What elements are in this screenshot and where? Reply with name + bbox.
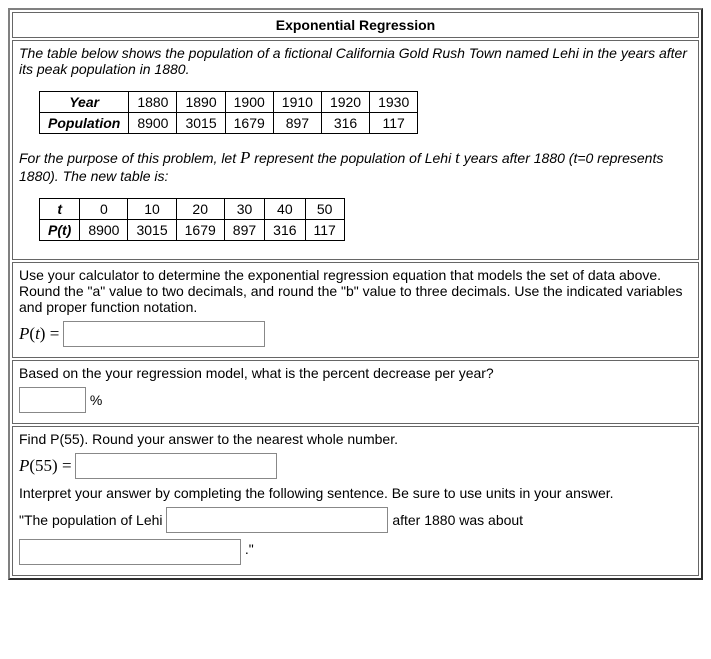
q3-interpret: Interpret your answer by completing the … [19, 485, 692, 501]
table1-year: 1900 [225, 92, 273, 113]
table1-year: 1890 [177, 92, 225, 113]
table2-t: 40 [265, 199, 305, 220]
p55-input[interactable] [75, 453, 277, 479]
q3-prompt: Find P(55). Round your answer to the nea… [19, 431, 398, 447]
table1-pop: 117 [370, 113, 418, 134]
intro-text-2b: represent the population of Lehi [250, 150, 455, 166]
table1-pop: 316 [321, 113, 369, 134]
percent-unit: % [90, 392, 102, 408]
table2-t: 20 [176, 199, 224, 220]
percent-decrease-input[interactable] [19, 387, 86, 413]
question-2-cell: Based on the your regression model, what… [12, 360, 699, 424]
table2-pt: 316 [265, 220, 305, 241]
intro-text-1: The table below shows the population of … [19, 45, 687, 77]
table1-pop: 3015 [177, 113, 225, 134]
table1-year: 1920 [321, 92, 369, 113]
table2-t: 10 [128, 199, 176, 220]
table1-year: 1910 [273, 92, 321, 113]
question-1-cell: Use your calculator to determine the exp… [12, 262, 699, 358]
q1-prompt: Use your calculator to determine the exp… [19, 267, 682, 315]
problem-container: Exponential Regression The table below s… [8, 8, 703, 580]
q3-label-P: P [19, 456, 29, 476]
page-title: Exponential Regression [12, 12, 699, 38]
table1-year: 1930 [370, 92, 418, 113]
year-population-table: Year 1880 1890 1900 1910 1920 1930 Popul… [39, 91, 418, 134]
q3-sentence-a: "The population of Lehi [19, 512, 163, 528]
time-after-1880-input[interactable] [166, 507, 388, 533]
table2-pt: 8900 [80, 220, 128, 241]
table1-row1-label: Year [40, 92, 129, 113]
table1-pop: 8900 [129, 113, 177, 134]
q1-label-P: P [19, 324, 29, 344]
q3-sentence-b: after 1880 was about [392, 512, 523, 528]
regression-equation-input[interactable] [63, 321, 265, 347]
intro-cell: The table below shows the population of … [12, 40, 699, 260]
table1-year: 1880 [129, 92, 177, 113]
question-3-cell: Find P(55). Round your answer to the nea… [12, 426, 699, 576]
table2-t: 30 [224, 199, 264, 220]
t-pt-table: t 0 10 20 30 40 50 P(t) 8900 3015 1679 8… [39, 198, 345, 241]
table2-row1-label: t [40, 199, 80, 220]
table2-t: 0 [80, 199, 128, 220]
q2-prompt: Based on the your regression model, what… [19, 365, 494, 381]
q3-sentence-c: ." [245, 541, 254, 557]
table2-row2-label: P(t) [40, 220, 80, 241]
q1-label-eq: ) = [40, 324, 60, 344]
intro-text-2a: For the purpose of this problem, let [19, 150, 240, 166]
table2-pt: 117 [305, 220, 344, 241]
q3-label-eq: (55) = [29, 456, 71, 476]
table1-pop: 1679 [225, 113, 273, 134]
table2-pt: 897 [224, 220, 264, 241]
var-P: P [240, 148, 250, 167]
table2-pt: 3015 [128, 220, 176, 241]
table1-row2-label: Population [40, 113, 129, 134]
table1-pop: 897 [273, 113, 321, 134]
table2-pt: 1679 [176, 220, 224, 241]
population-about-input[interactable] [19, 539, 241, 565]
table2-t: 50 [305, 199, 344, 220]
